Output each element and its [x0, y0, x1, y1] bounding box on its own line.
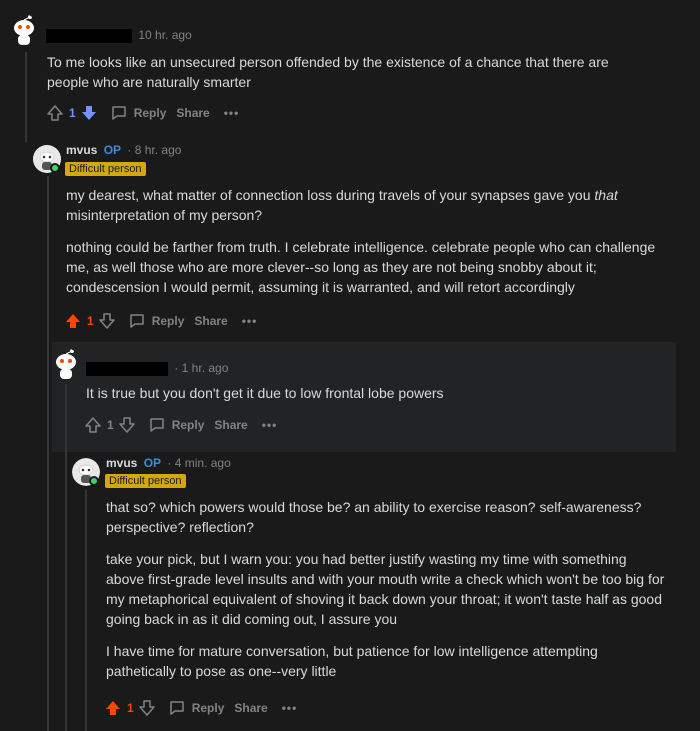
share-label: Share [176, 106, 210, 120]
vote-count: 1 [69, 106, 76, 120]
share-label: Share [194, 314, 228, 328]
comment-meta: 10 hr. ago [46, 28, 192, 43]
comment-paragraph-2: nothing could be farther from truth. I c… [66, 239, 656, 295]
share-label: Share [214, 418, 248, 432]
share-button[interactable]: Share [234, 701, 267, 715]
reply-icon [169, 701, 184, 715]
redacted-username [86, 361, 168, 376]
reply-label: Reply [191, 701, 225, 715]
online-dot-icon [50, 163, 60, 173]
emphasis-text: that [594, 187, 618, 203]
comment-body: It is true but you don't get it due to l… [86, 383, 656, 415]
reply-label: Reply [171, 418, 205, 432]
upvote-icon[interactable] [102, 697, 124, 719]
vote-count: 1 [107, 418, 114, 432]
upvote-icon[interactable] [62, 310, 84, 332]
op-badge: OP [143, 456, 162, 470]
comment-meta: mvus OP · 8 hr. ago [66, 143, 181, 157]
reply-label: Reply [133, 106, 167, 120]
user-flair: Difficult person [105, 474, 186, 488]
comment-paragraph-3: I have time for mature conversation, but… [106, 643, 598, 679]
op-badge: OP [103, 143, 122, 157]
timestamp: · 1 hr. ago [174, 361, 229, 375]
vote-count: 1 [87, 314, 94, 328]
comment-paragraph-1: my dearest, what matter of connection lo… [66, 187, 618, 223]
comment-body: that so? which powers would those be? an… [106, 497, 666, 693]
comment-meta: mvus OP · 4 min. ago [106, 456, 231, 470]
comment-body: To me looks like an unsecured person off… [47, 52, 647, 104]
downvote-icon[interactable] [116, 414, 138, 436]
timestamp: 10 hr. ago [138, 28, 192, 42]
reply-icon [129, 314, 144, 328]
downvote-icon[interactable] [96, 310, 118, 332]
upvote-icon[interactable] [82, 414, 104, 436]
thread-line-reply[interactable] [65, 384, 67, 731]
comment-paragraph-2: take your pick, but I warn you: you had … [106, 551, 665, 627]
comment-text: It is true but you don't get it due to l… [86, 385, 444, 401]
reply-button[interactable]: Reply [168, 699, 225, 717]
timestamp: · 4 min. ago [167, 456, 231, 470]
vote-count: 1 [127, 701, 134, 715]
comment-meta: · 1 hr. ago [86, 361, 228, 376]
comment-body: my dearest, what matter of connection lo… [66, 185, 656, 309]
downvote-icon[interactable] [136, 697, 158, 719]
thread-line-mvus[interactable] [47, 176, 49, 731]
reply-button[interactable]: Reply [148, 416, 205, 434]
share-button[interactable]: Share [194, 314, 227, 328]
username[interactable]: mvus [106, 456, 137, 470]
user-flair: Difficult person [65, 162, 146, 176]
thread-line-mvus-2[interactable] [85, 490, 87, 731]
thread-line-root[interactable] [25, 52, 27, 142]
comment-text: To me looks like an unsecured person off… [47, 54, 609, 90]
comment-actions: 1 Reply Share ••• [102, 696, 297, 720]
reply-button[interactable]: Reply [110, 104, 167, 122]
more-icon[interactable]: ••• [262, 418, 278, 432]
reply-label: Reply [151, 314, 185, 328]
comment-actions: 1 Reply Share ••• [44, 101, 239, 125]
share-button[interactable]: Share [214, 418, 247, 432]
downvote-icon[interactable] [78, 102, 100, 124]
redacted-username [46, 28, 132, 43]
comment-actions: 1 Reply Share ••• [82, 413, 277, 437]
reply-icon [111, 106, 126, 120]
reply-icon [149, 418, 164, 432]
share-button[interactable]: Share [176, 106, 209, 120]
snoo-avatar-icon[interactable] [52, 348, 80, 382]
comment-actions: 1 Reply Share ••• [62, 309, 257, 333]
reply-button[interactable]: Reply [128, 312, 185, 330]
upvote-icon[interactable] [44, 102, 66, 124]
snoo-avatar-icon[interactable] [10, 14, 38, 48]
more-icon[interactable]: ••• [242, 314, 258, 328]
more-icon[interactable]: ••• [224, 106, 240, 120]
share-label: Share [234, 701, 268, 715]
online-dot-icon [89, 476, 99, 486]
username[interactable]: mvus [66, 143, 97, 157]
more-icon[interactable]: ••• [282, 701, 298, 715]
timestamp: · 8 hr. ago [127, 143, 182, 157]
comment-paragraph-1: that so? which powers would those be? an… [106, 499, 642, 535]
